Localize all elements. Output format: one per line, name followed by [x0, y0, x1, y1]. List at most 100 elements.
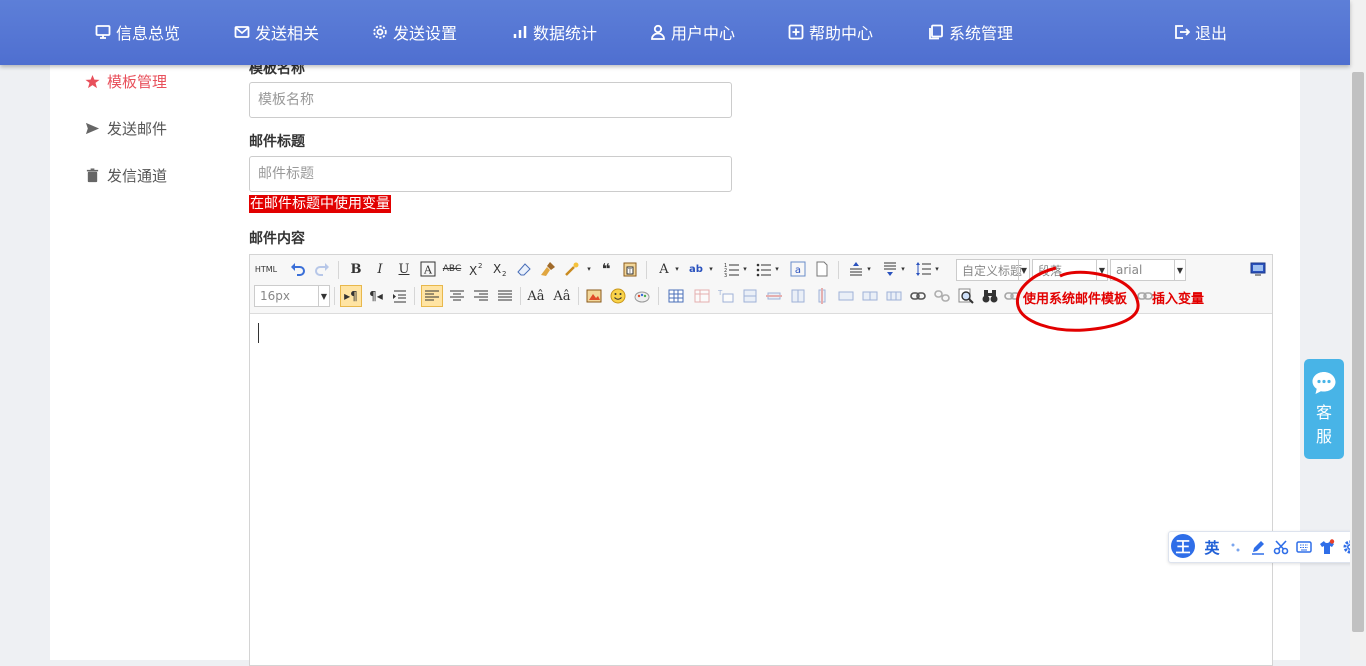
nav-item-send-related[interactable]: 发送相关: [234, 20, 319, 44]
superscript-button[interactable]: X2: [466, 259, 486, 279]
indent-button[interactable]: [390, 286, 410, 306]
ime-keyboard-button[interactable]: [1295, 538, 1313, 556]
html-source-button[interactable]: HTML: [254, 259, 278, 279]
pen-icon: [1252, 541, 1264, 555]
auto-format-button[interactable]: [562, 259, 582, 279]
unlink-button[interactable]: [932, 286, 952, 306]
insert-variable-button[interactable]: 插入变量: [1152, 288, 1204, 307]
font-size-select[interactable]: 16px ▼: [254, 285, 330, 307]
font-color-button[interactable]: A: [654, 259, 674, 279]
auto-format-dropdown[interactable]: ▾: [584, 259, 594, 279]
row-spacing-top-button[interactable]: [846, 259, 866, 279]
align-left-icon: [425, 290, 439, 301]
merge-cells-button[interactable]: [836, 286, 856, 306]
ime-screenshot-button[interactable]: [1272, 538, 1290, 556]
paste-plain-button[interactable]: T: [620, 259, 640, 279]
unordered-list-dropdown[interactable]: ▾: [772, 259, 782, 279]
anchor-button[interactable]: a: [788, 259, 808, 279]
subject-variable-link[interactable]: 在邮件标题中使用变量: [249, 195, 391, 213]
line-height-dropdown[interactable]: ▾: [932, 259, 942, 279]
format-painter-button[interactable]: [538, 259, 558, 279]
strikethrough-button[interactable]: ABC: [442, 259, 462, 279]
insert-column-button[interactable]: [788, 286, 808, 306]
insert-row-button[interactable]: [740, 286, 760, 306]
align-justify-button[interactable]: [495, 286, 515, 306]
eraser-button[interactable]: [514, 259, 534, 279]
insert-table-button[interactable]: [666, 286, 686, 306]
template-name-input[interactable]: [249, 82, 732, 118]
chat-bubble-icon: [1312, 372, 1336, 394]
insert-image-button[interactable]: [584, 286, 604, 306]
align-justify-icon: [498, 290, 512, 301]
italic-button[interactable]: I: [370, 259, 390, 279]
nav-item-system-admin[interactable]: 系统管理: [928, 20, 1013, 44]
star-icon: [85, 74, 100, 89]
nav-item-overview[interactable]: 信息总览: [95, 20, 180, 44]
nav-item-help-center[interactable]: 帮助中心: [788, 20, 873, 44]
scrawl-button[interactable]: [632, 286, 652, 306]
highlight-color-button[interactable]: ab: [686, 259, 706, 279]
delete-row-button[interactable]: [764, 286, 784, 306]
ime-skin-button[interactable]: [1318, 538, 1336, 556]
font-color-dropdown[interactable]: ▾: [672, 259, 682, 279]
insert-link-button[interactable]: [908, 286, 928, 306]
fullscreen-button[interactable]: [1248, 259, 1268, 279]
ltr-direction-button[interactable]: ▸¶: [340, 285, 362, 307]
align-center-button[interactable]: [447, 286, 467, 306]
logout-icon: [1175, 25, 1190, 39]
merge-right-button[interactable]: [860, 286, 880, 306]
redo-button[interactable]: [312, 259, 332, 279]
mail-subject-input[interactable]: [249, 156, 732, 192]
search-replace-button[interactable]: [980, 286, 1000, 306]
row-spacing-bottom-button[interactable]: [880, 259, 900, 279]
underline-button[interactable]: U: [394, 259, 414, 279]
new-document-button[interactable]: [812, 259, 832, 279]
nav-item-user-center[interactable]: 用户中心: [650, 20, 735, 44]
subscript-button[interactable]: X2: [490, 259, 510, 279]
row-spacing-bottom-dropdown[interactable]: ▾: [898, 259, 908, 279]
scrollbar-thumb[interactable]: [1352, 72, 1364, 632]
ordered-list-button[interactable]: 123: [722, 259, 742, 279]
delete-column-icon: [818, 288, 826, 304]
rtl-direction-button[interactable]: ¶◂: [366, 286, 386, 306]
align-left-button[interactable]: [421, 285, 443, 307]
table-icon: [668, 289, 684, 303]
insert-column-icon: [791, 289, 805, 303]
sidebar-item-send-mail[interactable]: 发送邮件: [85, 118, 167, 139]
nav-item-send-settings[interactable]: 发送设置: [372, 20, 457, 44]
split-cells-button[interactable]: [884, 286, 904, 306]
customer-service-button[interactable]: 客 服: [1304, 359, 1344, 459]
highlight-color-dropdown[interactable]: ▾: [706, 259, 716, 279]
logout-button[interactable]: 退出: [1174, 20, 1227, 44]
delete-column-button[interactable]: [812, 286, 832, 306]
ordered-list-dropdown[interactable]: ▾: [740, 259, 750, 279]
row-spacing-top-dropdown[interactable]: ▾: [864, 259, 874, 279]
insert-paragraph-before-table-button[interactable]: T: [716, 286, 736, 306]
line-height-button[interactable]: [914, 259, 934, 279]
blockquote-button[interactable]: ❝: [596, 259, 616, 279]
page-scrollbar[interactable]: [1350, 0, 1366, 660]
preview-button[interactable]: [956, 286, 976, 306]
undo-button[interactable]: [288, 259, 308, 279]
indent-icon: [393, 290, 406, 303]
svg-text:3: 3: [724, 273, 727, 277]
unordered-list-button[interactable]: [754, 259, 774, 279]
to-uppercase-button[interactable]: Aâ: [526, 286, 546, 306]
keyboard-icon: [1296, 541, 1312, 553]
nav-item-statistics[interactable]: 数据统计: [512, 20, 597, 44]
delete-table-button[interactable]: [692, 286, 712, 306]
ime-handwriting-button[interactable]: [1249, 538, 1267, 556]
sidebar-item-send-channel[interactable]: 发信通道: [85, 165, 167, 186]
font-border-button[interactable]: A: [418, 259, 438, 279]
sidebar-item-template-management[interactable]: 模板管理: [85, 71, 167, 92]
document-icon: [816, 261, 828, 277]
ime-logo[interactable]: 王: [1171, 534, 1195, 558]
ime-language-toggle[interactable]: 英: [1203, 538, 1221, 557]
emoticon-button[interactable]: [608, 286, 628, 306]
bold-button[interactable]: B: [346, 259, 366, 279]
to-lowercase-button[interactable]: Aâ: [552, 286, 572, 306]
superscript-icon: X2: [469, 262, 482, 277]
ime-punctuation-toggle[interactable]: [1227, 538, 1245, 556]
mail-subject-label: 邮件标题: [249, 134, 305, 150]
align-right-button[interactable]: [471, 286, 491, 306]
